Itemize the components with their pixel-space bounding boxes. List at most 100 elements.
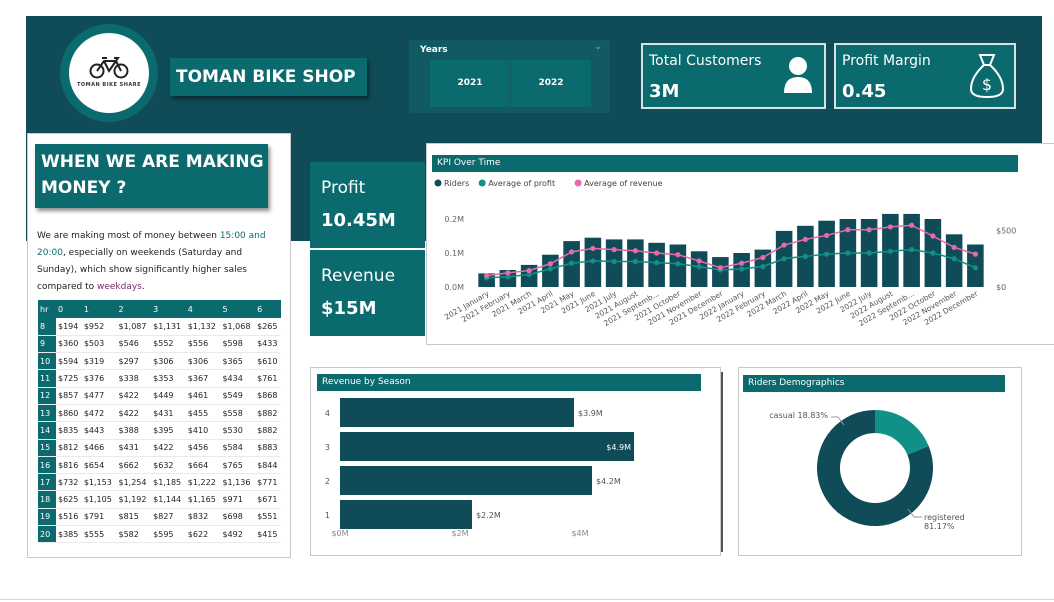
table-cell: $449: [151, 387, 186, 405]
point-revenue: [632, 248, 638, 254]
table-cell: $367: [185, 369, 221, 388]
legend-marker-1: [478, 179, 486, 187]
table-cell: $410: [185, 421, 221, 440]
table-cell: $551: [255, 508, 281, 527]
bar-data-label: $4.2M: [596, 477, 621, 486]
point-revenue: [696, 258, 702, 264]
table-cell: $443: [81, 421, 117, 440]
matrix-col-header-6[interactable]: 6: [255, 300, 281, 318]
matrix-col-header-0[interactable]: 0: [56, 300, 82, 318]
matrix-col-header-2[interactable]: 2: [116, 300, 152, 318]
matrix-col-header-4[interactable]: 4: [185, 300, 221, 318]
table-cell: $194: [56, 318, 82, 336]
row-hour-label: 11: [38, 369, 56, 388]
y-axis-left-tick: 0.2M: [444, 215, 464, 224]
y-axis-left-tick: 0.1M: [444, 249, 464, 258]
profit-margin-label: Profit Margin: [842, 53, 931, 69]
insight-text-part1: We are making most of money between: [37, 231, 220, 241]
point-profit: [781, 256, 787, 262]
point-profit: [547, 266, 553, 272]
point-revenue: [505, 270, 511, 276]
table-cell: $1,153: [81, 473, 117, 492]
total-customers-value: 3M: [649, 81, 680, 102]
y-axis-right-tick: $500: [996, 226, 1016, 235]
profit-margin-value: 0.45: [842, 81, 887, 102]
table-cell: $835: [56, 421, 82, 440]
y-axis-tick-label: 1: [325, 511, 330, 520]
point-profit: [654, 260, 660, 266]
demographics-chart-title: Riders Demographics: [743, 375, 1005, 392]
table-cell: $584: [220, 439, 256, 457]
season-chart-title: Revenue by Season: [317, 374, 701, 391]
years-slicer[interactable]: Years ⌄ 2021 2022: [409, 40, 610, 113]
point-revenue: [887, 224, 893, 230]
profit-margin-card: Profit Margin 0.45 $: [834, 43, 1016, 109]
point-revenue: [739, 260, 745, 266]
table-row: 10 $594 $319 $297 $306 $306 $365 $610: [38, 352, 281, 371]
row-hour-label: 19: [38, 508, 56, 527]
point-revenue: [866, 227, 872, 233]
point-revenue: [526, 267, 532, 274]
riders-demographics-chart: casual 18.83% registered81.17%: [769, 410, 965, 531]
point-revenue: [569, 249, 575, 255]
matrix-col-header-5[interactable]: 5: [220, 300, 256, 318]
table-cell: $771: [255, 473, 281, 492]
point-revenue: [930, 233, 936, 239]
table-cell: $1,144: [151, 490, 186, 509]
table-cell: $365: [220, 352, 256, 371]
bar-data-label: $4.9M: [606, 443, 631, 452]
years-label: Years: [420, 45, 448, 55]
table-cell: $791: [81, 508, 117, 527]
bike-icon: [89, 57, 129, 79]
row-hour-label: 10: [38, 352, 56, 371]
table-cell: $1,165: [185, 490, 221, 509]
matrix-col-header-hr[interactable]: hr: [38, 300, 56, 318]
point-revenue: [675, 252, 681, 258]
table-cell: $385: [56, 525, 82, 544]
table-cell: $431: [151, 404, 186, 423]
page-bottom-border: [0, 599, 1054, 600]
bar-season: [340, 432, 634, 461]
point-profit: [824, 251, 830, 257]
y-axis-left-tick: 0.0M: [444, 283, 464, 292]
table-cell: $1,185: [151, 473, 186, 492]
table-cell: $882: [255, 421, 281, 440]
point-profit: [696, 264, 702, 270]
row-hour-label: 20: [38, 525, 56, 544]
table-cell: $654: [81, 456, 117, 475]
table-row: 15 $812 $466 $431 $422 $456 $584 $883: [38, 439, 281, 457]
bar-data-label: $3.9M: [578, 409, 603, 418]
point-revenue: [909, 222, 915, 228]
table-cell: $698: [220, 508, 256, 527]
point-profit: [972, 265, 978, 271]
point-revenue: [760, 254, 766, 261]
total-customers-label: Total Customers: [649, 53, 762, 69]
profit-label: Profit: [321, 178, 366, 198]
table-cell: $422: [116, 404, 152, 423]
table-cell: $1,192: [116, 490, 152, 509]
line-profit: [486, 248, 976, 279]
matrix-body: 8 $194 $952 $1,087 $1,131 $1,132 $1,068 $265 9 $3…: [38, 318, 281, 544]
table-cell: $338: [116, 369, 152, 388]
table-cell: $472: [81, 404, 117, 423]
table-cell: $477: [81, 387, 117, 405]
year-button-2021[interactable]: 2021: [430, 60, 510, 107]
point-profit: [887, 248, 893, 254]
matrix-col-header-1[interactable]: 1: [81, 300, 117, 318]
revenue-card: Revenue $15M: [310, 250, 425, 336]
legend-label-0: Riders: [444, 179, 469, 188]
point-profit: [930, 250, 936, 256]
table-row: 18 $625 $1,105 $1,192 $1,144 $1,165 $971 $671: [38, 490, 281, 509]
matrix-col-header-3[interactable]: 3: [151, 300, 186, 318]
table-cell: $388: [116, 421, 152, 440]
table-row: 9 $360 $503 $546 $552 $556 $598 $433: [38, 335, 281, 354]
point-revenue: [781, 242, 787, 248]
point-revenue: [845, 227, 851, 233]
year-button-2022[interactable]: 2022: [511, 60, 591, 107]
point-revenue: [590, 245, 596, 252]
row-hour-label: 16: [38, 456, 56, 475]
table-cell: $319: [81, 352, 117, 371]
pie-slice-casual: [875, 410, 929, 455]
table-cell: $1,136: [220, 473, 256, 492]
chevron-down-icon[interactable]: ⌄: [594, 42, 602, 52]
